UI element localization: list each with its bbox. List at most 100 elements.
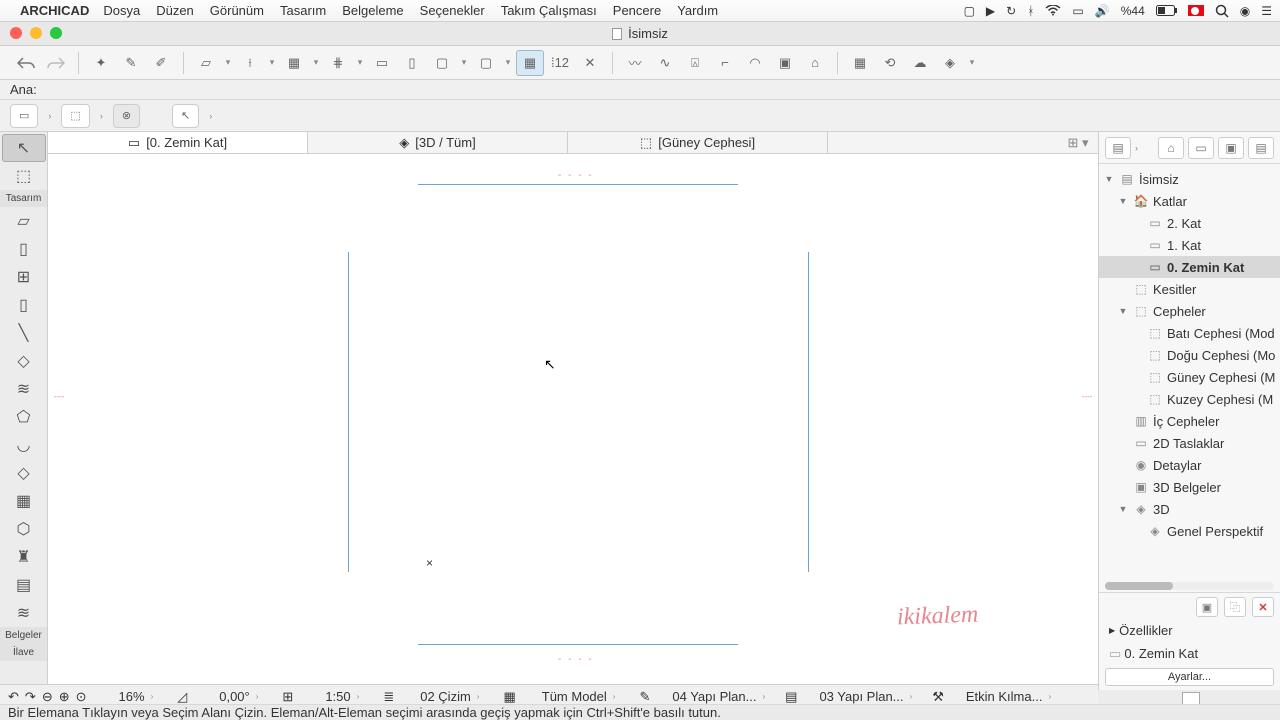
tree-item[interactable]: ⬚Kesitler [1099,278,1280,300]
app-name[interactable]: ARCHICAD [20,3,89,18]
battery-icon[interactable] [1156,5,1178,16]
dropdown-icon[interactable]: ▾ [222,57,234,68]
nav-publisher-button[interactable]: ▤ [1248,137,1274,159]
nav-view-button[interactable]: ▭ [1188,137,1214,159]
battery-text[interactable]: %44 [1121,4,1145,18]
tree-item[interactable]: ▭2. Kat [1099,212,1280,234]
disclosure-icon[interactable]: ▶ [1109,626,1115,635]
tree-item[interactable]: ▭0. Zemin Kat [1099,256,1280,278]
layer-value[interactable]: 02 Çizim [420,689,471,704]
door-tool[interactable]: ▯ [2,235,46,263]
bluetooth-icon[interactable]: ᚼ [1027,4,1034,18]
dropdown-icon[interactable]: ▾ [310,57,322,68]
tree-item[interactable]: ⬚Batı Cephesi (Mod [1099,322,1280,344]
dropdown-icon[interactable]: ▾ [266,57,278,68]
zoom-fit-icon[interactable]: ⊙ [76,689,87,705]
model-value[interactable]: Tüm Model [542,689,607,704]
ruler-button[interactable]: ▭ [368,50,396,76]
mesh-tool[interactable]: ≋ [2,599,46,627]
magnet-mode[interactable]: ⊗ [113,104,140,128]
angle-value[interactable]: 0,00° [219,689,250,704]
element-info-button[interactable]: ▦ [846,50,874,76]
slab-tool[interactable]: ◇ [2,347,46,375]
menu-file[interactable]: Dosya [103,3,140,18]
object-tool[interactable]: ♜ [2,543,46,571]
morph-button[interactable]: ◈ [936,50,964,76]
zone-tool[interactable]: ▤ [2,571,46,599]
suspend-groups-button[interactable]: ▦ [516,50,544,76]
scale-value[interactable]: 1:50 [325,689,350,704]
horizontal-scrollbar[interactable] [1105,582,1274,590]
tree-item[interactable]: ▥İç Cepheler [1099,410,1280,432]
curtainwall-tool[interactable]: ▦ [2,487,46,515]
skylight-tool[interactable]: ◇ [2,459,46,487]
renov-value[interactable]: Etkin Kılma... [966,689,1043,704]
plan2-value[interactable]: 03 Yapı Plan... [819,689,903,704]
inject-button[interactable]: ✐ [147,50,175,76]
renovation-button[interactable]: ⟲ [876,50,904,76]
tab-3d[interactable]: ◈[3D / Tüm] [308,132,568,153]
eyedropper-button[interactable]: ✎ [117,50,145,76]
spline-button[interactable]: ∿ [651,50,679,76]
display-icon[interactable]: ▭ [1072,4,1083,18]
menu-edit[interactable]: Düzen [156,3,194,18]
undo-button[interactable] [12,50,40,76]
dropdown-icon[interactable]: ▾ [458,57,470,68]
tree-item[interactable]: ▼🏠Katlar [1099,190,1280,212]
snap-button[interactable]: ▦ [280,50,308,76]
clone-view-button[interactable]: ⿻ [1224,597,1246,617]
new-view-button[interactable]: ▣ [1196,597,1218,617]
tab-elevation[interactable]: ⬚[Güney Cephesi] [568,132,828,153]
tree-item[interactable]: ⬚Güney Cephesi (M [1099,366,1280,388]
pick-button[interactable]: ✦ [87,50,115,76]
relative-construction-button[interactable]: ▱ [192,50,220,76]
siri-icon[interactable]: ◉ [1240,4,1250,18]
roof-tool[interactable]: ⬠ [2,403,46,431]
home-button[interactable]: ⌂ [801,50,829,76]
dropdown-icon[interactable]: ▾ [966,57,978,68]
marquee-tool[interactable]: ⬚ [2,162,46,190]
section-button[interactable]: ⌐ [711,50,739,76]
menu-view[interactable]: Görünüm [210,3,264,18]
chevron-right-icon[interactable]: › [44,111,55,121]
tab-floorplan[interactable]: ▭[0. Zemin Kat] [48,132,308,153]
window-tool[interactable]: ⊞ [2,263,46,291]
volume-icon[interactable]: 🔊 [1095,4,1110,18]
tree-item[interactable]: ⬚Doğu Cephesi (Mo [1099,344,1280,366]
spotlight-icon[interactable] [1215,4,1229,18]
close-window-button[interactable] [10,27,22,39]
zoom-out-icon[interactable]: ⊖ [42,689,53,705]
column-tool[interactable]: ▯ [2,291,46,319]
elev-button[interactable]: ⍓ [681,50,709,76]
tree-item[interactable]: ▭1. Kat [1099,234,1280,256]
menu-options[interactable]: Seçenekler [420,3,485,18]
delete-view-button[interactable]: ✕ [1252,597,1274,617]
notification-center-icon[interactable]: ☰ [1261,4,1272,18]
tree-item[interactable]: ▣3D Belgeler [1099,476,1280,498]
nav-prev-icon[interactable]: ↶ [8,689,19,705]
wall-tool[interactable]: ▱ [2,207,46,235]
menu-document[interactable]: Belgeleme [342,3,403,18]
screencast-icon[interactable]: ▢ [964,4,975,18]
trace2-button[interactable]: ▢ [472,50,500,76]
nav-next-icon[interactable]: ↷ [25,689,36,705]
tree-item[interactable]: ▭2D Taslaklar [1099,432,1280,454]
nav-menu-button[interactable]: ▤ [1105,137,1131,159]
tab-overflow[interactable]: ⊞ ▾ [1058,132,1098,153]
dimension-button[interactable]: ⁞12 [546,50,574,76]
point-button[interactable]: ✕ [576,50,604,76]
tree-item[interactable]: ◈Genel Perspektif [1099,520,1280,542]
dropdown-icon[interactable]: ▾ [502,57,514,68]
marquee-mode[interactable]: ▭ [10,104,38,128]
dropdown-icon[interactable]: ▾ [354,57,366,68]
tree-item[interactable]: ▼◈3D [1099,498,1280,520]
grid-button[interactable]: ⋕ [324,50,352,76]
measure-button[interactable]: ▯ [398,50,426,76]
play-icon[interactable]: ▶ [986,4,995,18]
settings-button[interactable]: Ayarlar... [1105,668,1274,686]
curve-button[interactable]: 〰 [621,50,649,76]
tree-item[interactable]: ⬚Kuzey Cephesi (M [1099,388,1280,410]
minimize-window-button[interactable] [30,27,42,39]
zoom-value[interactable]: 16% [119,689,145,704]
stair-tool[interactable]: ≋ [2,375,46,403]
